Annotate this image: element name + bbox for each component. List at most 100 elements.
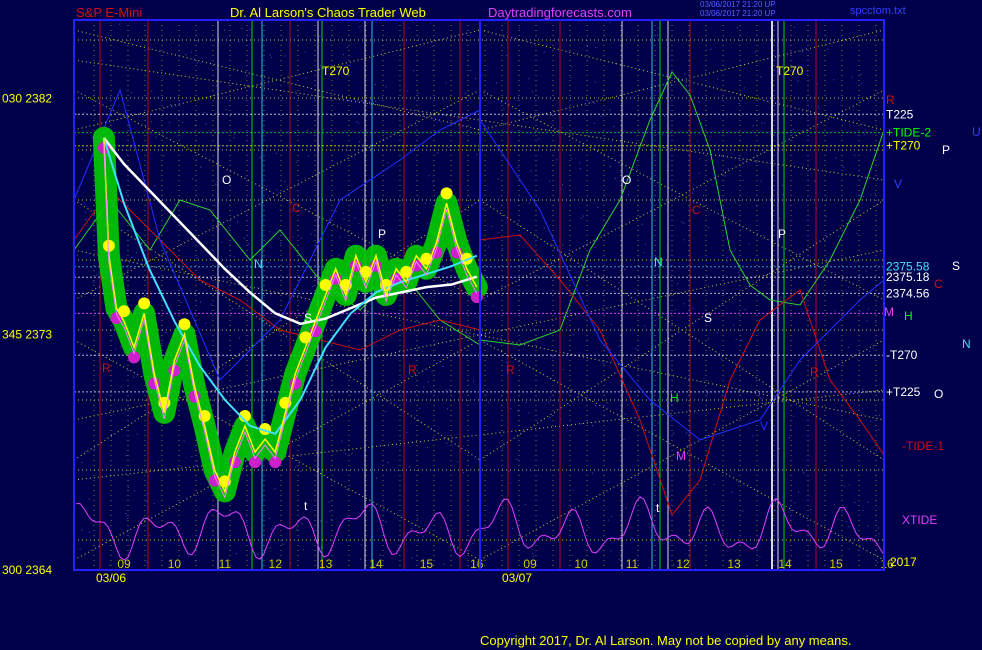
- star: [793, 128, 795, 130]
- star: [422, 535, 424, 537]
- star: [532, 553, 534, 555]
- star: [788, 437, 790, 439]
- star: [703, 195, 704, 196]
- star: [525, 401, 527, 403]
- star: [628, 194, 629, 196]
- star: [856, 232, 858, 234]
- star: [215, 183, 217, 185]
- star: [685, 85, 687, 87]
- star: [269, 547, 271, 549]
- star: [502, 467, 503, 469]
- star: [83, 112, 85, 114]
- star: [149, 49, 151, 51]
- star: [203, 111, 205, 113]
- star: [180, 302, 182, 303]
- star: [710, 49, 712, 50]
- star: [481, 74, 483, 76]
- star: [503, 108, 505, 110]
- star: [291, 311, 293, 313]
- star: [859, 311, 861, 312]
- star: [549, 180, 551, 182]
- star: [215, 355, 217, 357]
- star: [413, 70, 414, 72]
- tide-2-curve: [479, 71, 885, 346]
- star: [127, 487, 129, 488]
- star: [385, 521, 387, 523]
- star: [870, 194, 872, 196]
- star: [629, 365, 631, 366]
- star: [625, 507, 627, 509]
- star: [301, 523, 303, 525]
- star: [595, 405, 597, 406]
- star: [528, 202, 530, 204]
- star: [532, 91, 534, 93]
- star: [408, 217, 409, 219]
- star: [650, 403, 651, 405]
- star: [773, 518, 775, 520]
- star: [339, 408, 341, 410]
- star: [442, 99, 444, 101]
- star: [860, 74, 862, 75]
- star: [346, 401, 348, 403]
- star: [131, 257, 133, 258]
- star: [169, 540, 171, 542]
- star: [106, 398, 108, 400]
- grid-line: [73, 29, 481, 131]
- cycle-label: XTIDE: [902, 513, 937, 527]
- star: [268, 262, 270, 264]
- star: [125, 290, 127, 292]
- star: [737, 272, 739, 274]
- star: [411, 557, 413, 559]
- star: [351, 203, 353, 205]
- x-tick-label: 15: [829, 557, 843, 571]
- star: [877, 561, 879, 563]
- star: [200, 166, 202, 168]
- star: [875, 321, 876, 323]
- star: [742, 510, 744, 512]
- star: [755, 51, 757, 53]
- star: [229, 536, 231, 538]
- star: [871, 540, 873, 542]
- file-name: spcctom.txt: [850, 5, 906, 17]
- star: [562, 244, 564, 246]
- star: [752, 125, 754, 127]
- star: [108, 564, 110, 566]
- star: [865, 270, 867, 272]
- star: [482, 208, 484, 210]
- star: [570, 157, 572, 159]
- star: [345, 453, 346, 455]
- star: [643, 252, 645, 254]
- year-label: 2017: [890, 555, 917, 569]
- star: [476, 154, 478, 156]
- star: [561, 127, 563, 129]
- cycle-label: N: [962, 337, 971, 351]
- star: [280, 242, 282, 244]
- star: [247, 243, 249, 245]
- star: [868, 308, 870, 310]
- x-tick-label: 11: [626, 557, 639, 571]
- star: [125, 513, 127, 515]
- star: [457, 461, 459, 463]
- star: [205, 123, 207, 125]
- star: [794, 502, 796, 504]
- star: [760, 76, 762, 78]
- star: [721, 155, 723, 157]
- star: [215, 85, 217, 87]
- x-tick-label: 13: [727, 557, 741, 571]
- star: [814, 180, 816, 182]
- star: [449, 146, 450, 148]
- star: [848, 346, 849, 348]
- star: [683, 239, 685, 241]
- star: [618, 346, 620, 348]
- site-link[interactable]: Daytradingforecasts.com: [488, 5, 632, 20]
- star: [848, 484, 850, 486]
- star: [778, 448, 780, 450]
- star: [155, 136, 157, 138]
- star: [226, 438, 228, 440]
- star: [722, 532, 723, 534]
- star: [602, 363, 604, 365]
- star: [111, 434, 112, 436]
- star: [519, 27, 521, 29]
- star: [536, 258, 538, 260]
- star: [257, 553, 259, 555]
